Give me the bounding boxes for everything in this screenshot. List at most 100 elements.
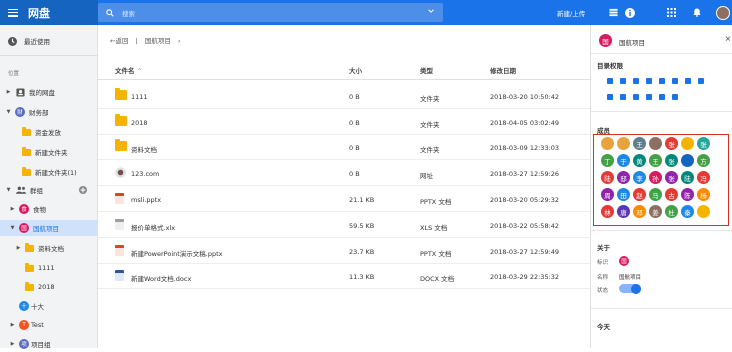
member-avatar[interactable]: 张 <box>665 154 678 167</box>
member-avatar[interactable]: 丁 <box>601 154 614 167</box>
rename-icon[interactable] <box>657 76 666 85</box>
breadcrumb-current[interactable]: 国航项目 <box>145 37 171 45</box>
table-row[interactable]: 资料文档 0 B 文件夹 2018-03-09 12:33:03 <box>98 136 590 160</box>
check-icon[interactable] <box>670 92 679 101</box>
search-box[interactable]: 搜索 <box>98 3 443 22</box>
info-icon[interactable] <box>625 0 635 25</box>
sidebar-item-folder[interactable]: 1111 <box>0 260 98 276</box>
list-view-icon[interactable] <box>609 0 618 25</box>
expand-arrow-icon[interactable]: ▶ <box>16 245 21 251</box>
folder-icon[interactable] <box>644 92 653 101</box>
share-icon[interactable] <box>618 76 627 85</box>
download-icon[interactable] <box>683 76 692 85</box>
member-avatar[interactable]: 王 <box>633 137 646 150</box>
member-avatar[interactable]: 邸 <box>617 171 630 184</box>
move-icon[interactable] <box>618 92 627 101</box>
member-avatar[interactable] <box>617 137 630 150</box>
member-avatar[interactable]: 姜 <box>649 205 662 218</box>
member-avatar[interactable]: 张 <box>665 171 678 184</box>
member-avatar[interactable]: 张 <box>665 137 678 150</box>
column-header-type[interactable]: 类型 <box>420 65 433 75</box>
column-header-name[interactable]: 文件名 ⌃ <box>115 65 142 75</box>
sort-arrow-icon[interactable]: ⌃ <box>137 67 142 75</box>
member-avatar[interactable] <box>601 137 614 150</box>
file-name[interactable]: 123.com <box>131 170 159 178</box>
sidebar-item-recent[interactable]: 最近使用 <box>0 33 98 49</box>
sidebar-item-group-guohang[interactable]: ▼ 国 国航项目 <box>0 220 98 236</box>
member-avatar[interactable]: 杨 <box>697 188 710 201</box>
user-avatar[interactable] <box>716 0 730 25</box>
back-link[interactable]: 返回 <box>115 37 128 45</box>
member-avatar[interactable] <box>681 137 694 150</box>
member-avatar[interactable] <box>697 205 710 218</box>
member-avatar[interactable]: 杜 <box>665 205 678 218</box>
member-avatar[interactable]: 陆 <box>681 171 694 184</box>
table-row[interactable]: msli.pptx 21.1 KB PPTX 文档 2018-03-20 05:… <box>98 188 590 212</box>
new-upload-button[interactable]: 新建/上传 <box>557 0 585 25</box>
sidebar-item-group-shiwu[interactable]: ▶ 食 食物 <box>0 201 98 217</box>
link-icon[interactable] <box>657 92 666 101</box>
member-avatar[interactable]: 陈 <box>681 188 694 201</box>
collapse-arrow-icon[interactable]: ▼ <box>6 187 11 193</box>
expand-arrow-icon[interactable]: ▶ <box>10 322 15 328</box>
column-header-date[interactable]: 修改日期 <box>490 65 516 75</box>
member-avatar[interactable]: 黄 <box>633 154 646 167</box>
sidebar-item-group-test[interactable]: ▶ T Test <box>0 317 98 333</box>
sidebar-item-folder[interactable]: 2018 <box>0 279 98 295</box>
view-icon[interactable] <box>605 76 614 85</box>
collapse-arrow-icon[interactable]: ▼ <box>10 225 15 231</box>
notification-bell-icon[interactable] <box>693 0 701 25</box>
column-header-size[interactable]: 大小 <box>349 65 362 75</box>
file-name[interactable]: 新建PowerPoint演示文稿.pptx <box>131 248 223 258</box>
sidebar-item-group-shida[interactable]: 十 十大 <box>0 298 98 314</box>
member-avatar[interactable]: 唐 <box>617 205 630 218</box>
collapse-arrow-icon[interactable]: ▼ <box>6 109 11 115</box>
file-name[interactable]: 新建Word文档.docx <box>131 273 191 283</box>
upload2-icon[interactable] <box>631 92 640 101</box>
sidebar-item-dept[interactable]: ▼ 财 财务部 <box>0 104 98 120</box>
member-avatar[interactable]: 赵 <box>633 188 646 201</box>
copy2-icon[interactable] <box>605 92 614 101</box>
member-avatar[interactable]: 孙 <box>649 171 662 184</box>
expand-arrow-icon[interactable]: ▶ <box>10 341 15 347</box>
apps-grid-icon[interactable] <box>667 0 676 25</box>
copy-icon[interactable] <box>631 76 640 85</box>
member-avatar[interactable]: 马 <box>649 188 662 201</box>
sidebar-item-my-drive[interactable]: ▶ 我的网盘 <box>0 84 98 100</box>
file-name[interactable]: 1111 <box>131 93 148 101</box>
member-avatar[interactable] <box>649 137 662 150</box>
sidebar-item-folder[interactable]: 资金发放 <box>0 124 98 140</box>
table-row[interactable]: 报价单格式.xlx 59.5 KB XLS 文档 2018-03-22 05:5… <box>98 214 590 238</box>
member-avatar[interactable]: 方 <box>697 154 710 167</box>
member-avatar[interactable]: 张 <box>697 137 710 150</box>
member-avatar[interactable]: 陆 <box>601 171 614 184</box>
member-avatar[interactable]: 古 <box>665 188 678 201</box>
table-row[interactable]: 2018 0 B 文件夹 2018-04-05 03:02:49 <box>98 111 590 135</box>
sidebar-item-folder[interactable]: ▶ 资料文档 <box>0 240 98 256</box>
add-group-icon[interactable] <box>79 186 87 194</box>
file-name[interactable]: msli.pptx <box>131 196 161 204</box>
file-name[interactable]: 2018 <box>131 119 148 127</box>
member-avatar[interactable]: 田 <box>617 188 630 201</box>
member-avatar[interactable]: 冯 <box>697 171 710 184</box>
expand-arrow-icon[interactable]: ▶ <box>10 206 15 212</box>
member-avatar[interactable]: 邓 <box>633 205 646 218</box>
table-row[interactable]: 1111 0 B 文件夹 2018-03-20 10:50:42 <box>98 85 590 109</box>
member-avatar[interactable]: 李 <box>633 171 646 184</box>
file-name[interactable]: 报价单格式.xlx <box>131 222 175 232</box>
delete-icon[interactable] <box>644 76 653 85</box>
sidebar-item-folder[interactable]: 新建文件夹(1) <box>0 164 98 180</box>
member-avatar[interactable]: 于 <box>617 154 630 167</box>
member-avatar[interactable] <box>681 154 694 167</box>
chevron-down-icon[interactable] <box>427 7 435 15</box>
member-avatar[interactable]: 周 <box>601 188 614 201</box>
app-name[interactable]: 网盘 <box>28 5 50 21</box>
member-avatar[interactable]: 林 <box>601 205 614 218</box>
table-row[interactable]: 123.com 0 B 网址 2018-03-27 12:59:26 <box>98 162 590 186</box>
sidebar-item-group-xiangmu[interactable]: ▶ 项 项目组 <box>0 336 98 352</box>
table-row[interactable]: 新建PowerPoint演示文稿.pptx 23.7 KB PPTX 文档 20… <box>98 240 590 264</box>
sidebar-item-groups[interactable]: ▼ 群组 <box>0 182 98 198</box>
member-avatar[interactable]: 王 <box>649 154 662 167</box>
menu-icon[interactable] <box>8 8 18 17</box>
table-row[interactable]: 新建Word文档.docx 11.3 KB DOCX 文档 2018-03-29… <box>98 265 590 289</box>
